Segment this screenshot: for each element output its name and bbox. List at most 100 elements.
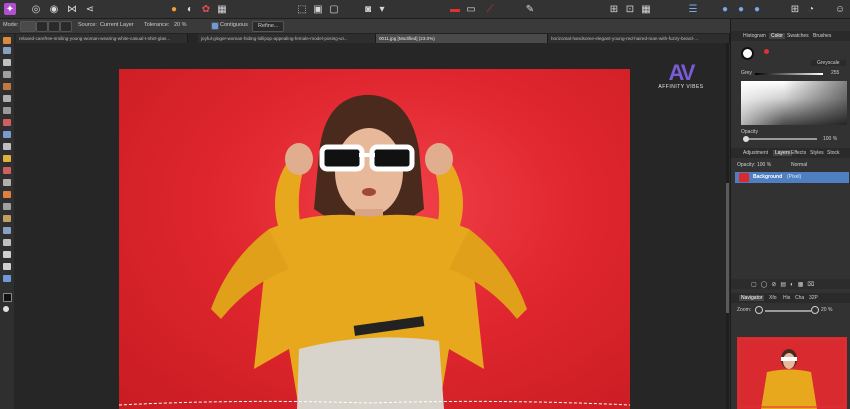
pen-tool-icon[interactable] (3, 227, 11, 234)
grid-view-icon[interactable]: ⊞ (789, 3, 801, 15)
profile-icon[interactable]: ☺ (834, 3, 846, 15)
flood-select-icon[interactable] (3, 83, 11, 90)
brush-assistant-icon[interactable]: ✎ (524, 3, 536, 15)
refine-button[interactable]: Refine... (252, 21, 284, 32)
healing-brush-icon[interactable] (3, 203, 11, 210)
snapping-icon[interactable]: ⊞ (608, 3, 620, 15)
tab-histogram[interactable]: Histogram (743, 33, 766, 39)
persona-liquify-icon[interactable]: ◉ (48, 3, 60, 15)
chevron-down-icon[interactable]: ▾ (376, 3, 388, 15)
color-picker-tool-icon[interactable] (3, 275, 11, 282)
tab-brushes[interactable]: Brushes (813, 33, 831, 39)
color-picker-icon[interactable]: ⟋ (484, 3, 496, 15)
layer-opacity-value[interactable]: 100 % (757, 162, 771, 168)
scrollbar-thumb[interactable] (726, 183, 729, 313)
clone-brush-icon[interactable] (3, 191, 11, 198)
dodge-brush-icon[interactable] (3, 179, 11, 186)
color-mode-dropdown[interactable]: Greyscale (811, 60, 846, 66)
tab-styles[interactable]: Styles (810, 150, 824, 156)
paint-brush-icon[interactable] (3, 143, 11, 150)
mode-add-button[interactable] (36, 21, 48, 32)
opacity-slider-knob[interactable] (743, 136, 749, 142)
blend-mode-dropdown[interactable]: Normal (791, 162, 807, 168)
tab-document-2[interactable]: joyful-ginger-woman-hiding-lollipop-appe… (198, 34, 376, 43)
share-icon[interactable]: ⋖ (84, 3, 96, 15)
gradient-tool-icon[interactable] (3, 131, 11, 138)
layers-footer: ▢◯⊘▤◐▦⌧ (731, 279, 850, 289)
levels-icon[interactable]: ▦ (216, 3, 228, 15)
persona-photo-icon[interactable]: ◎ (30, 3, 42, 15)
crop-tool-icon[interactable] (3, 59, 11, 66)
color-wheel-icon[interactable]: ● (168, 3, 180, 15)
layer-row-background[interactable]: Background (Pixel) (735, 172, 849, 183)
hsl-icon[interactable]: ✿ (200, 3, 212, 15)
tab-color[interactable]: Color (769, 33, 785, 39)
text-tool-icon[interactable] (3, 263, 11, 270)
invert-selection-icon[interactable]: ▣ (312, 3, 324, 15)
node-tool-icon[interactable] (3, 239, 11, 246)
view-mode-icon[interactable]: ⊡ (624, 3, 636, 15)
tab-adjustment[interactable]: Adjustment (743, 150, 768, 156)
grey-slider[interactable] (755, 73, 823, 75)
document-photo[interactable] (119, 69, 630, 409)
tab-transform[interactable]: Xfo (769, 295, 777, 301)
user-icon[interactable]: ◔ (805, 3, 817, 15)
foreground-color-icon[interactable]: ▬ (449, 3, 461, 15)
tab-32p[interactable]: 32P (809, 295, 818, 301)
contrast-icon[interactable]: ◐ (184, 3, 196, 15)
vertical-scrollbar[interactable] (726, 43, 729, 409)
tab-effects[interactable]: Effects (791, 150, 806, 156)
fill-color-well-icon[interactable] (741, 47, 754, 60)
color-box[interactable] (741, 81, 847, 125)
cloud-icon[interactable]: ● (719, 3, 731, 15)
layer-actions-icon[interactable]: ▢◯⊘▤◐▦⌧ (751, 281, 818, 288)
tab-navigator[interactable]: Navigator (739, 295, 765, 301)
zoom-value[interactable]: 20 % (821, 307, 832, 313)
blur-brush-icon[interactable] (3, 215, 11, 222)
assets-icon[interactable]: ● (735, 3, 747, 15)
tab-layers[interactable]: Layers (773, 150, 793, 156)
tolerance-input[interactable]: 20 % (174, 22, 187, 28)
flood-fill-icon[interactable] (3, 119, 11, 126)
pixel-tool-icon[interactable] (3, 155, 11, 162)
contiguous-checkbox[interactable] (211, 22, 219, 30)
zoom-out-icon[interactable] (755, 306, 763, 314)
select-all-icon[interactable]: ⬚ (296, 3, 308, 15)
move-tool-icon[interactable] (3, 37, 11, 44)
freehand-select-icon[interactable] (3, 107, 11, 114)
zoom-in-icon[interactable] (811, 306, 819, 314)
source-dropdown[interactable]: Current Layer (100, 22, 134, 28)
selection-brush-icon[interactable] (3, 71, 11, 78)
studio-icon[interactable]: ☰ (687, 3, 699, 15)
mode-replace-button[interactable] (20, 21, 36, 32)
marquee-tool-icon[interactable] (3, 95, 11, 102)
navigator-preview[interactable] (737, 337, 847, 409)
primary-color-swatch-icon[interactable] (3, 293, 12, 302)
opacity-slider[interactable] (745, 138, 817, 140)
tab-history[interactable]: His (783, 295, 790, 301)
zoom-slider[interactable] (765, 310, 811, 312)
stroke-color-well-icon[interactable] (764, 49, 769, 54)
erase-brush-icon[interactable] (3, 167, 11, 174)
background-color-icon[interactable]: ▭ (465, 3, 477, 15)
mode-subtract-button[interactable] (48, 21, 60, 32)
mode-intersect-button[interactable] (60, 21, 72, 32)
tab-document-4[interactable]: horizontal-handsome-elegant-young-red-ha… (548, 34, 730, 43)
view-tool-icon[interactable] (3, 47, 11, 54)
tab-document-1[interactable]: relaxed-carefree-smiling-young-woman-wea… (16, 34, 188, 43)
secondary-color-swatch-icon[interactable] (3, 306, 9, 312)
shape-tool-icon[interactable] (3, 251, 11, 258)
mask-icon[interactable]: ▢ (328, 3, 340, 15)
tab-document-active[interactable]: 0011.jpg [Modified] (23.0%) (376, 34, 548, 43)
tab-channels[interactable]: Cha (795, 295, 804, 301)
zoom-label: Zoom: (737, 307, 752, 313)
tab-swatches[interactable]: Swatches (787, 33, 809, 39)
grey-value[interactable]: 255 (831, 70, 839, 76)
opacity-value[interactable]: 100 % (823, 136, 837, 142)
persona-develop-icon[interactable]: ⋈ (66, 3, 78, 15)
affinity-photo-logo-icon[interactable]: ✦ (4, 3, 16, 15)
sync-icon[interactable]: ● (751, 3, 763, 15)
quick-mask-icon[interactable]: ◙ (362, 3, 374, 15)
tab-stock[interactable]: Stock (827, 150, 840, 156)
grid-icon[interactable]: ▦ (640, 3, 652, 15)
